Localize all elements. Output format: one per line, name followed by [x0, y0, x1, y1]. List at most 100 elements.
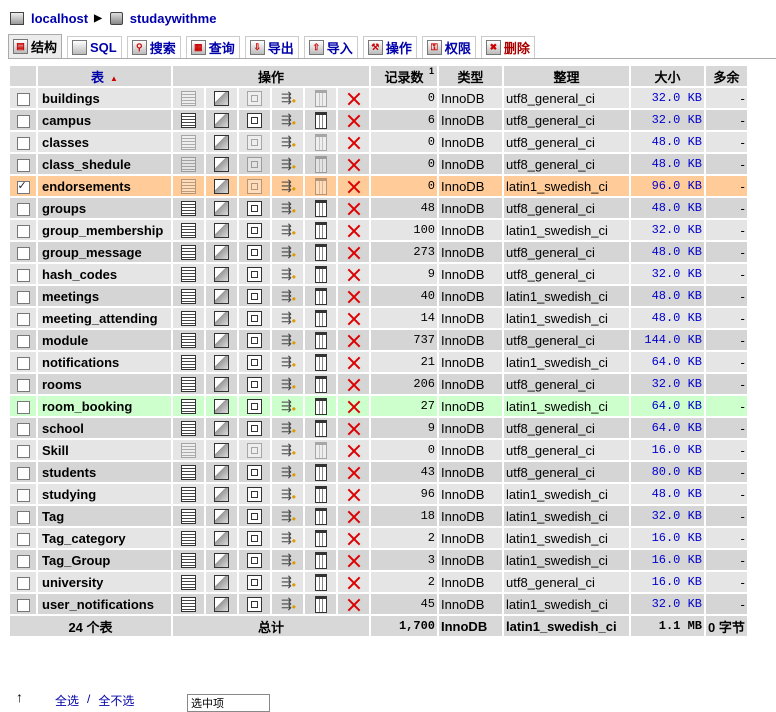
table-row[interactable]: module 737InnoDButf8_general_ci144.0 KB- [10, 330, 747, 350]
tab-search[interactable]: ⚲ 搜索 [126, 36, 181, 58]
insert-icon[interactable] [281, 398, 296, 416]
browse-icon[interactable] [181, 245, 196, 261]
empty-icon[interactable] [314, 221, 327, 239]
row-checkbox[interactable] [16, 466, 30, 480]
insert-icon[interactable] [281, 244, 296, 262]
row-checkbox[interactable] [16, 202, 30, 216]
insert-icon[interactable] [281, 552, 296, 570]
row-size[interactable]: 48.0 KB [631, 242, 704, 262]
search-icon[interactable] [247, 113, 262, 129]
search-icon[interactable] [247, 531, 262, 547]
table-row[interactable]: meetings 40InnoDBlatin1_swedish_ci48.0 KB… [10, 286, 747, 306]
browse-icon[interactable] [181, 575, 196, 591]
row-size[interactable]: 16.0 KB [631, 440, 704, 460]
table-name[interactable]: class_shedule [38, 154, 171, 174]
breadcrumb-server-link[interactable]: localhost [31, 11, 88, 26]
table-name[interactable]: Skill [38, 440, 171, 460]
table-name[interactable]: room_booking [38, 396, 171, 416]
row-checkbox[interactable] [16, 422, 30, 436]
insert-icon[interactable] [281, 156, 296, 174]
search-icon[interactable] [247, 289, 262, 305]
uncheck-all-link[interactable]: 全不选 [98, 692, 134, 709]
insert-icon[interactable] [281, 332, 296, 350]
tab-sql[interactable]: SQL [67, 36, 122, 58]
browse-icon[interactable] [181, 531, 196, 547]
structure-icon[interactable] [214, 311, 229, 327]
row-size[interactable]: 48.0 KB [631, 484, 704, 504]
drop-icon[interactable] [347, 114, 361, 128]
browse-icon[interactable] [181, 223, 196, 239]
search-icon[interactable] [247, 399, 262, 415]
table-name[interactable]: group_membership [38, 220, 171, 240]
empty-icon[interactable] [314, 595, 327, 613]
row-size[interactable]: 48.0 KB [631, 308, 704, 328]
drop-icon[interactable] [347, 488, 361, 502]
browse-icon[interactable] [181, 113, 196, 129]
insert-icon[interactable] [281, 442, 296, 460]
tab-privileges[interactable]: ⚿ 权限 [421, 36, 476, 58]
row-size[interactable]: 16.0 KB [631, 550, 704, 570]
insert-icon[interactable] [281, 90, 296, 108]
table-name[interactable]: students [38, 462, 171, 482]
table-row[interactable]: school 9InnoDButf8_general_ci64.0 KB- [10, 418, 747, 438]
empty-icon[interactable] [314, 507, 327, 525]
empty-icon[interactable] [314, 441, 327, 459]
structure-icon[interactable] [214, 223, 229, 239]
table-row[interactable]: notifications 21InnoDBlatin1_swedish_ci64… [10, 352, 747, 372]
browse-icon[interactable] [181, 355, 196, 371]
table-name[interactable]: Tag [38, 506, 171, 526]
with-selected-select[interactable]: 选中项 [187, 694, 270, 712]
row-checkbox[interactable] [16, 136, 30, 150]
table-row[interactable]: group_membership 100InnoDBlatin1_swedish_… [10, 220, 747, 240]
search-icon[interactable] [247, 267, 262, 283]
drop-icon[interactable] [347, 246, 361, 260]
table-name[interactable]: campus [38, 110, 171, 130]
browse-icon[interactable] [181, 135, 196, 151]
empty-icon[interactable] [314, 529, 327, 547]
drop-icon[interactable] [347, 422, 361, 436]
header-table[interactable]: 表 ▲ [38, 66, 171, 86]
drop-icon[interactable] [347, 400, 361, 414]
search-icon[interactable] [247, 91, 262, 107]
browse-icon[interactable] [181, 377, 196, 393]
drop-icon[interactable] [347, 378, 361, 392]
browse-icon[interactable] [181, 179, 196, 195]
structure-icon[interactable] [214, 157, 229, 173]
drop-icon[interactable] [347, 180, 361, 194]
drop-icon[interactable] [347, 466, 361, 480]
insert-icon[interactable] [281, 288, 296, 306]
row-checkbox[interactable] [16, 290, 30, 304]
row-checkbox[interactable] [16, 179, 30, 194]
tab-import[interactable]: ⇧ 导入 [303, 36, 358, 58]
table-row[interactable]: classes 0InnoDButf8_general_ci48.0 KB- [10, 132, 747, 152]
row-size[interactable]: 96.0 KB [631, 176, 704, 196]
empty-icon[interactable] [314, 551, 327, 569]
search-icon[interactable] [247, 355, 262, 371]
insert-icon[interactable] [281, 266, 296, 284]
row-size[interactable]: 48.0 KB [631, 132, 704, 152]
search-icon[interactable] [247, 509, 262, 525]
insert-icon[interactable] [281, 354, 296, 372]
table-row[interactable]: endorsements 0InnoDBlatin1_swedish_ci96.0… [10, 176, 747, 196]
search-icon[interactable] [247, 135, 262, 151]
structure-icon[interactable] [214, 91, 229, 107]
empty-icon[interactable] [314, 397, 327, 415]
row-size[interactable]: 64.0 KB [631, 352, 704, 372]
table-name[interactable]: endorsements [38, 176, 171, 196]
search-icon[interactable] [247, 443, 262, 459]
insert-icon[interactable] [281, 464, 296, 482]
structure-icon[interactable] [214, 135, 229, 151]
table-name[interactable]: group_message [38, 242, 171, 262]
structure-icon[interactable] [214, 575, 229, 591]
table-row[interactable]: Tag_Group 3InnoDBlatin1_swedish_ci16.0 KB… [10, 550, 747, 570]
insert-icon[interactable] [281, 112, 296, 130]
row-checkbox[interactable] [16, 400, 30, 414]
row-size[interactable]: 16.0 KB [631, 528, 704, 548]
row-checkbox[interactable] [16, 488, 30, 502]
empty-icon[interactable] [314, 133, 327, 151]
insert-icon[interactable] [281, 486, 296, 504]
empty-icon[interactable] [314, 155, 327, 173]
drop-icon[interactable] [347, 532, 361, 546]
table-row[interactable]: students 43InnoDButf8_general_ci80.0 KB- [10, 462, 747, 482]
tab-export[interactable]: ⇩ 导出 [244, 36, 299, 58]
